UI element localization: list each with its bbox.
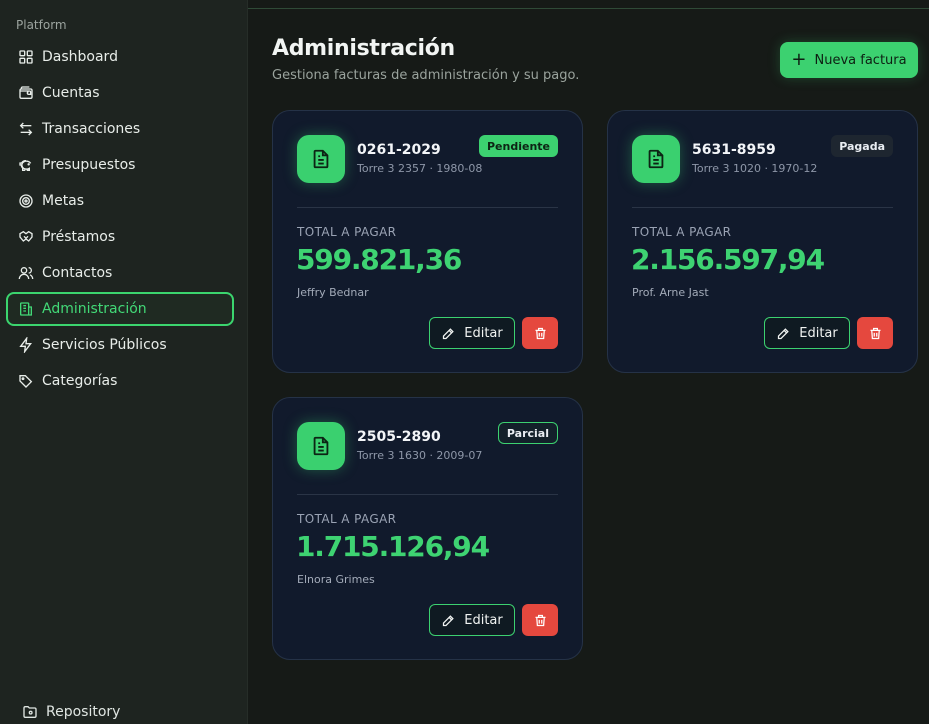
total-label: TOTAL A PAGAR xyxy=(297,225,397,239)
contact-name: Jeffry Bednar xyxy=(297,286,369,299)
invoice-card: 2505-2890 Torre 3 1630 · 2009-07 Parcial… xyxy=(272,397,583,660)
header-divider xyxy=(248,8,929,9)
card-divider xyxy=(297,207,558,208)
document-icon xyxy=(297,135,345,183)
edit-button[interactable]: Editar xyxy=(429,317,515,349)
handshake-icon xyxy=(19,230,33,242)
page-subtitle: Gestiona facturas de administración y su… xyxy=(272,68,580,83)
trash-icon xyxy=(535,327,545,339)
target-icon xyxy=(19,194,33,208)
contact-name: Elnora Grimes xyxy=(297,573,375,586)
sidebar-item-label: Dashboard xyxy=(42,49,118,65)
document-icon xyxy=(632,135,680,183)
sidebar-item-presupuestos[interactable]: Presupuestos xyxy=(6,148,234,182)
sidebar-item-label: Contactos xyxy=(42,265,113,281)
edit-label: Editar xyxy=(464,612,503,628)
total-amount: 2.156.597,94 xyxy=(631,243,825,276)
invoice-meta: Torre 3 2357 · 1980-08 xyxy=(357,162,483,175)
sidebar-item-metas[interactable]: Metas xyxy=(6,184,234,218)
contact-name: Prof. Arne Jast xyxy=(632,286,709,299)
wallet-icon xyxy=(19,86,33,99)
status-badge: Pendiente xyxy=(478,135,558,157)
tags-icon xyxy=(19,375,33,388)
document-icon xyxy=(297,422,345,470)
sidebar-item-label: Metas xyxy=(42,193,85,209)
sidebar-item-label: Cuentas xyxy=(42,85,100,101)
pencil-icon xyxy=(443,327,455,339)
sidebar-item-label: Transacciones xyxy=(42,121,141,137)
total-label: TOTAL A PAGAR xyxy=(632,225,732,239)
invoice-code: 0261-2029 xyxy=(357,142,441,158)
status-badge: Parcial xyxy=(497,422,558,444)
sidebar: Platform Dashboard Cuentas Transacciones… xyxy=(0,0,248,724)
sidebar-item-label: Presupuestos xyxy=(42,157,136,173)
sidebar-item-label: Servicios Públicos xyxy=(42,337,167,353)
zap-icon xyxy=(19,337,32,353)
delete-button[interactable] xyxy=(522,604,558,636)
total-amount: 1.715.126,94 xyxy=(296,530,490,563)
dashboard-icon xyxy=(19,50,33,64)
sidebar-item-servicios-publicos[interactable]: Servicios Públicos xyxy=(6,328,234,362)
sidebar-item-dashboard[interactable]: Dashboard xyxy=(6,40,234,74)
invoice-card: 0261-2029 Torre 3 2357 · 1980-08 Pendien… xyxy=(272,110,583,373)
edit-button[interactable]: Editar xyxy=(429,604,515,636)
folder-git-icon xyxy=(23,706,37,718)
invoice-card: 5631-8959 Torre 3 1020 · 1970-12 Pagada … xyxy=(607,110,918,373)
pencil-icon xyxy=(778,327,790,339)
invoice-code: 2505-2890 xyxy=(357,429,441,445)
delete-button[interactable] xyxy=(522,317,558,349)
piggy-bank-icon xyxy=(19,159,32,171)
total-amount: 599.821,36 xyxy=(296,243,462,276)
building-icon xyxy=(20,302,32,316)
sidebar-item-transacciones[interactable]: Transacciones xyxy=(6,112,234,146)
trash-icon xyxy=(870,327,880,339)
main-content: Administración Gestiona facturas de admi… xyxy=(248,0,929,724)
sidebar-group-label: Platform xyxy=(16,18,67,32)
sidebar-item-contactos[interactable]: Contactos xyxy=(6,256,234,290)
sidebar-item-label: Categorías xyxy=(42,373,118,389)
new-invoice-label: Nueva factura xyxy=(814,52,907,68)
delete-button[interactable] xyxy=(857,317,893,349)
card-divider xyxy=(632,207,893,208)
invoice-meta: Torre 3 1630 · 2009-07 xyxy=(357,449,483,462)
trash-icon xyxy=(535,614,545,626)
plus-icon: + xyxy=(791,49,807,70)
edit-button[interactable]: Editar xyxy=(764,317,850,349)
new-invoice-button[interactable]: + Nueva factura xyxy=(780,42,918,78)
pencil-icon xyxy=(443,614,455,626)
edit-label: Editar xyxy=(464,325,503,341)
users-icon xyxy=(18,267,34,280)
sidebar-item-label: Administración xyxy=(42,301,147,317)
sidebar-item-categorias[interactable]: Categorías xyxy=(6,364,234,398)
invoice-code: 5631-8959 xyxy=(692,142,776,158)
sidebar-item-label: Préstamos xyxy=(42,229,116,245)
status-badge: Pagada xyxy=(831,135,893,157)
total-label: TOTAL A PAGAR xyxy=(297,512,397,526)
invoice-meta: Torre 3 1020 · 1970-12 xyxy=(692,162,818,175)
repository-label: Repository xyxy=(46,704,121,720)
edit-label: Editar xyxy=(799,325,838,341)
sidebar-nav: Dashboard Cuentas Transacciones Presupue… xyxy=(6,40,234,400)
repository-link[interactable]: Repository xyxy=(22,704,120,720)
page-title: Administración xyxy=(272,36,455,61)
card-divider xyxy=(297,494,558,495)
sidebar-item-administracion[interactable]: Administración xyxy=(6,292,234,326)
sidebar-item-cuentas[interactable]: Cuentas xyxy=(6,76,234,110)
sidebar-item-prestamos[interactable]: Préstamos xyxy=(6,220,234,254)
arrows-icon xyxy=(19,122,33,136)
